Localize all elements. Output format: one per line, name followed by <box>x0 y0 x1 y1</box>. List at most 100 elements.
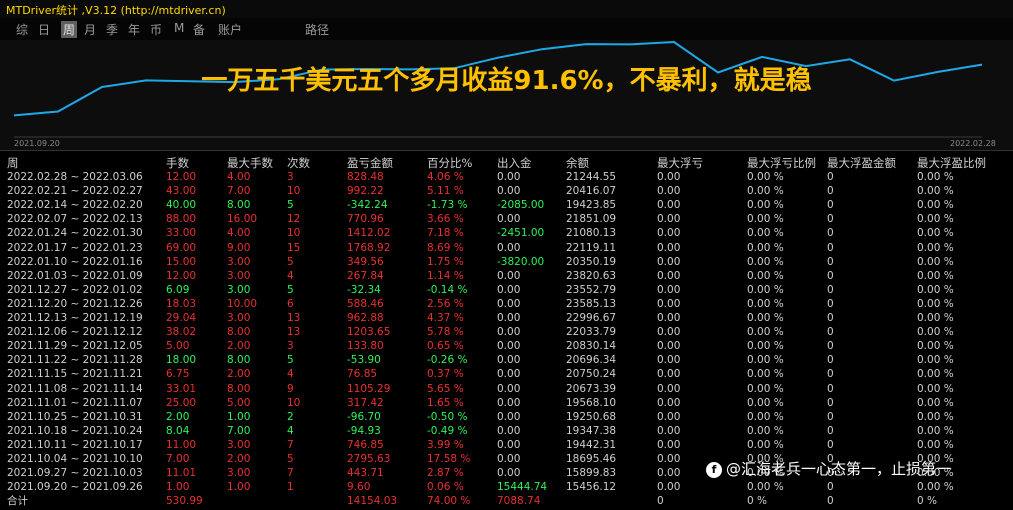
table-cell: 0 <box>827 185 834 198</box>
table-cell: 0.00 % <box>917 410 954 423</box>
table-cell: 0.00 <box>657 481 681 494</box>
chart-start-date: 2021.09.20 <box>14 139 60 148</box>
col-header-0[interactable]: 周 <box>7 155 19 171</box>
tab-9[interactable]: 账户 <box>218 21 242 38</box>
tab-6[interactable]: 币 <box>150 21 162 38</box>
col-header-9[interactable]: 最大浮亏比例 <box>747 155 816 171</box>
table-cell: 2022.01.17 ~ 2022.01.23 <box>7 241 143 254</box>
balance-chart: 2021.09.20 2022.02.28 <box>0 40 1013 150</box>
table-cell: 0.00 % <box>917 255 954 268</box>
table-cell: 4.00 <box>227 171 251 183</box>
tab-2[interactable]: 周 <box>61 21 78 38</box>
col-header-3[interactable]: 次数 <box>287 155 310 171</box>
table-cell: 22033.79 <box>566 326 617 339</box>
table-cell: 0.00 <box>497 354 521 367</box>
col-header-7[interactable]: 余额 <box>566 155 589 171</box>
table-cell: 0.00 <box>657 241 681 254</box>
table-cell: 33.01 <box>166 382 197 395</box>
table-cell: 0.00 <box>657 354 681 367</box>
table-cell: -3820.00 <box>497 255 545 268</box>
table-cell: 19442.31 <box>566 438 617 451</box>
total-cell: 530.99 <box>166 495 203 508</box>
tab-3[interactable]: 月 <box>84 21 96 38</box>
col-header-10[interactable]: 最大浮盈金额 <box>827 155 896 171</box>
col-header-5[interactable]: 百分比% <box>427 155 472 171</box>
table-cell: 8.69 % <box>427 241 464 254</box>
col-header-6[interactable]: 出入金 <box>497 155 532 171</box>
table-cell: 0.00 % <box>747 312 784 324</box>
table-cell: 0.00 <box>497 438 521 451</box>
table-cell: 0 <box>827 269 834 282</box>
table-cell: 0.00 % <box>747 326 784 339</box>
table-cell: 20750.24 <box>566 368 617 381</box>
table-cell: 38.02 <box>166 326 197 339</box>
table-cell: -0.26 % <box>427 354 468 367</box>
col-header-8[interactable]: 最大浮亏 <box>657 155 703 171</box>
col-header-1[interactable]: 手数 <box>166 155 189 171</box>
table-cell: 19347.38 <box>566 424 617 437</box>
table-cell: -96.70 <box>347 410 381 423</box>
table-cell: 0.00 <box>497 241 521 254</box>
table-cell: 19250.68 <box>566 410 617 423</box>
table-cell: 0.00 % <box>747 185 784 198</box>
total-cell: 0 % <box>917 495 937 508</box>
table-cell: 0.00 <box>657 396 681 409</box>
table-cell: 0.00 <box>657 297 681 310</box>
table-cell: 0.00 % <box>917 185 954 198</box>
table-cell: 0.00 <box>657 340 681 353</box>
table-cell: 962.88 <box>347 312 384 324</box>
table-cell: 16.00 <box>227 213 258 226</box>
col-header-4[interactable]: 盈亏金额 <box>347 155 393 171</box>
table-cell: 2021.10.25 ~ 2021.10.31 <box>7 410 143 423</box>
table-cell: 18695.46 <box>566 453 617 465</box>
tab-5[interactable]: 年 <box>128 21 140 38</box>
table-cell: 7 <box>287 467 294 480</box>
table-cell: 0.00 <box>497 467 521 480</box>
table-cell: 1.65 % <box>427 396 464 409</box>
table-cell: 0.00 % <box>917 438 954 451</box>
table-cell: 0.00 % <box>917 424 954 437</box>
table-cell: 2021.10.04 ~ 2021.10.10 <box>7 453 143 465</box>
table-cell: -0.50 % <box>427 410 468 423</box>
table-cell: 5.00 <box>166 340 190 353</box>
table-cell: 0.37 % <box>427 368 464 381</box>
table-cell: 3.00 <box>227 467 251 480</box>
table-cell: -342.24 <box>347 199 388 212</box>
table-cell: 21244.55 <box>566 171 617 183</box>
table-cell: 0.00 <box>497 424 521 437</box>
table-cell: 0.00 % <box>747 171 784 183</box>
table-cell: 20696.34 <box>566 354 617 367</box>
col-header-2[interactable]: 最大手数 <box>227 155 273 171</box>
table-cell: 2022.01.03 ~ 2022.01.09 <box>7 269 143 282</box>
table-cell: 0.00 <box>657 467 681 480</box>
total-cell: 0 <box>827 495 834 508</box>
tab-7[interactable]: M <box>174 21 184 35</box>
table-cell: 33.00 <box>166 227 197 240</box>
table-cell: 7.18 % <box>427 227 464 240</box>
table-cell: 6.75 <box>166 368 190 381</box>
table-cell: 2022.01.10 ~ 2022.01.16 <box>7 255 143 268</box>
tab-4[interactable]: 季 <box>106 21 118 38</box>
tab-0[interactable]: 综 <box>16 21 28 38</box>
table-cell: 43.00 <box>166 185 197 198</box>
table-cell: 0.00 <box>657 410 681 423</box>
tab-10[interactable]: 路径 <box>305 21 329 38</box>
col-header-11[interactable]: 最大浮盈比例 <box>917 155 986 171</box>
table-cell: 13 <box>287 312 301 324</box>
table-cell: 1 <box>287 481 294 494</box>
table-cell: 18.00 <box>166 354 197 367</box>
table-cell: 3.66 % <box>427 213 464 226</box>
table-cell: -53.90 <box>347 354 381 367</box>
table-cell: 4.06 % <box>427 171 464 183</box>
table-cell: 9.00 <box>227 241 251 254</box>
table-cell: 0 <box>827 382 834 395</box>
table-cell: 443.71 <box>347 467 384 480</box>
table-cell: 22119.11 <box>566 241 617 254</box>
table-cell: 0.00 <box>497 340 521 353</box>
table-cell: 0 <box>827 410 834 423</box>
tab-1[interactable]: 日 <box>38 21 50 38</box>
table-cell: 0.00 <box>657 171 681 183</box>
tab-8[interactable]: 备 <box>193 21 205 38</box>
table-cell: 0 <box>827 481 834 494</box>
table-cell: 0.00 % <box>747 255 784 268</box>
